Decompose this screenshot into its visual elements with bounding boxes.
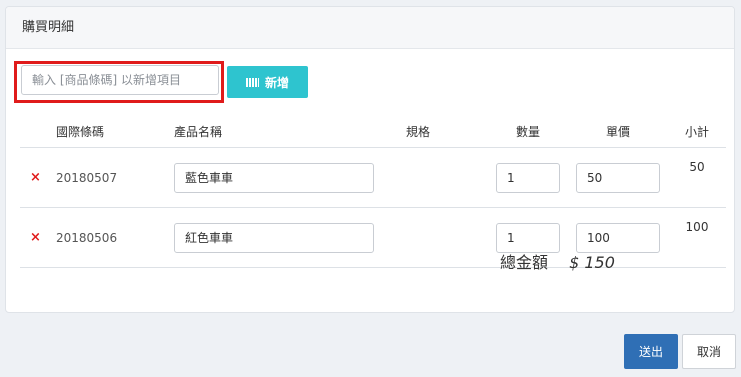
product-name-input[interactable] xyxy=(174,162,374,193)
row-subtotal: 100 xyxy=(685,220,709,234)
quantity-input[interactable] xyxy=(496,222,560,253)
unit-price-input[interactable] xyxy=(576,222,660,253)
unit-price-input[interactable] xyxy=(576,162,660,193)
quantity-input[interactable] xyxy=(496,162,560,193)
total-amount: 總金額 $ 150 xyxy=(500,249,615,273)
cancel-button[interactable]: 取消 xyxy=(682,334,736,369)
table-row: × 20180507 50 xyxy=(20,147,726,208)
total-label: 總金額 xyxy=(500,253,549,272)
header-name: 產品名稱 xyxy=(174,115,406,148)
add-item-row: 新增 xyxy=(14,61,714,105)
panel-title: 購買明細 xyxy=(6,7,734,49)
header-qty: 數量 xyxy=(488,115,568,148)
header-barcode: 國際條碼 xyxy=(56,115,174,148)
add-item-button-label: 新增 xyxy=(264,75,289,90)
product-name-input[interactable] xyxy=(174,222,374,253)
row-barcode: 20180506 xyxy=(56,230,118,245)
submit-button[interactable]: 送出 xyxy=(624,334,678,369)
barcode-input[interactable] xyxy=(21,65,219,95)
header-spec: 規格 xyxy=(406,115,488,148)
barcode-icon xyxy=(245,77,259,87)
header-subtotal: 小計 xyxy=(668,115,726,148)
header-delete xyxy=(20,115,56,148)
table-row: × 20180506 100 xyxy=(20,207,726,268)
delete-icon[interactable]: × xyxy=(20,170,41,185)
table-header-row: 國際條碼 產品名稱 規格 數量 單價 小計 xyxy=(20,115,726,148)
row-subtotal: 50 xyxy=(689,160,705,174)
delete-icon[interactable]: × xyxy=(20,230,41,245)
total-value: $ 150 xyxy=(569,253,615,272)
purchase-details-panel: 購買明細 新增 國際條碼 產品名稱 規格 數量 單價 小計 × 20180507 xyxy=(5,6,735,313)
header-price: 單價 xyxy=(568,115,668,148)
add-item-button[interactable]: 新增 xyxy=(227,66,308,98)
items-table: 國際條碼 產品名稱 規格 數量 單價 小計 × 20180507 50 × 20… xyxy=(20,115,726,268)
row-barcode: 20180507 xyxy=(56,170,118,185)
